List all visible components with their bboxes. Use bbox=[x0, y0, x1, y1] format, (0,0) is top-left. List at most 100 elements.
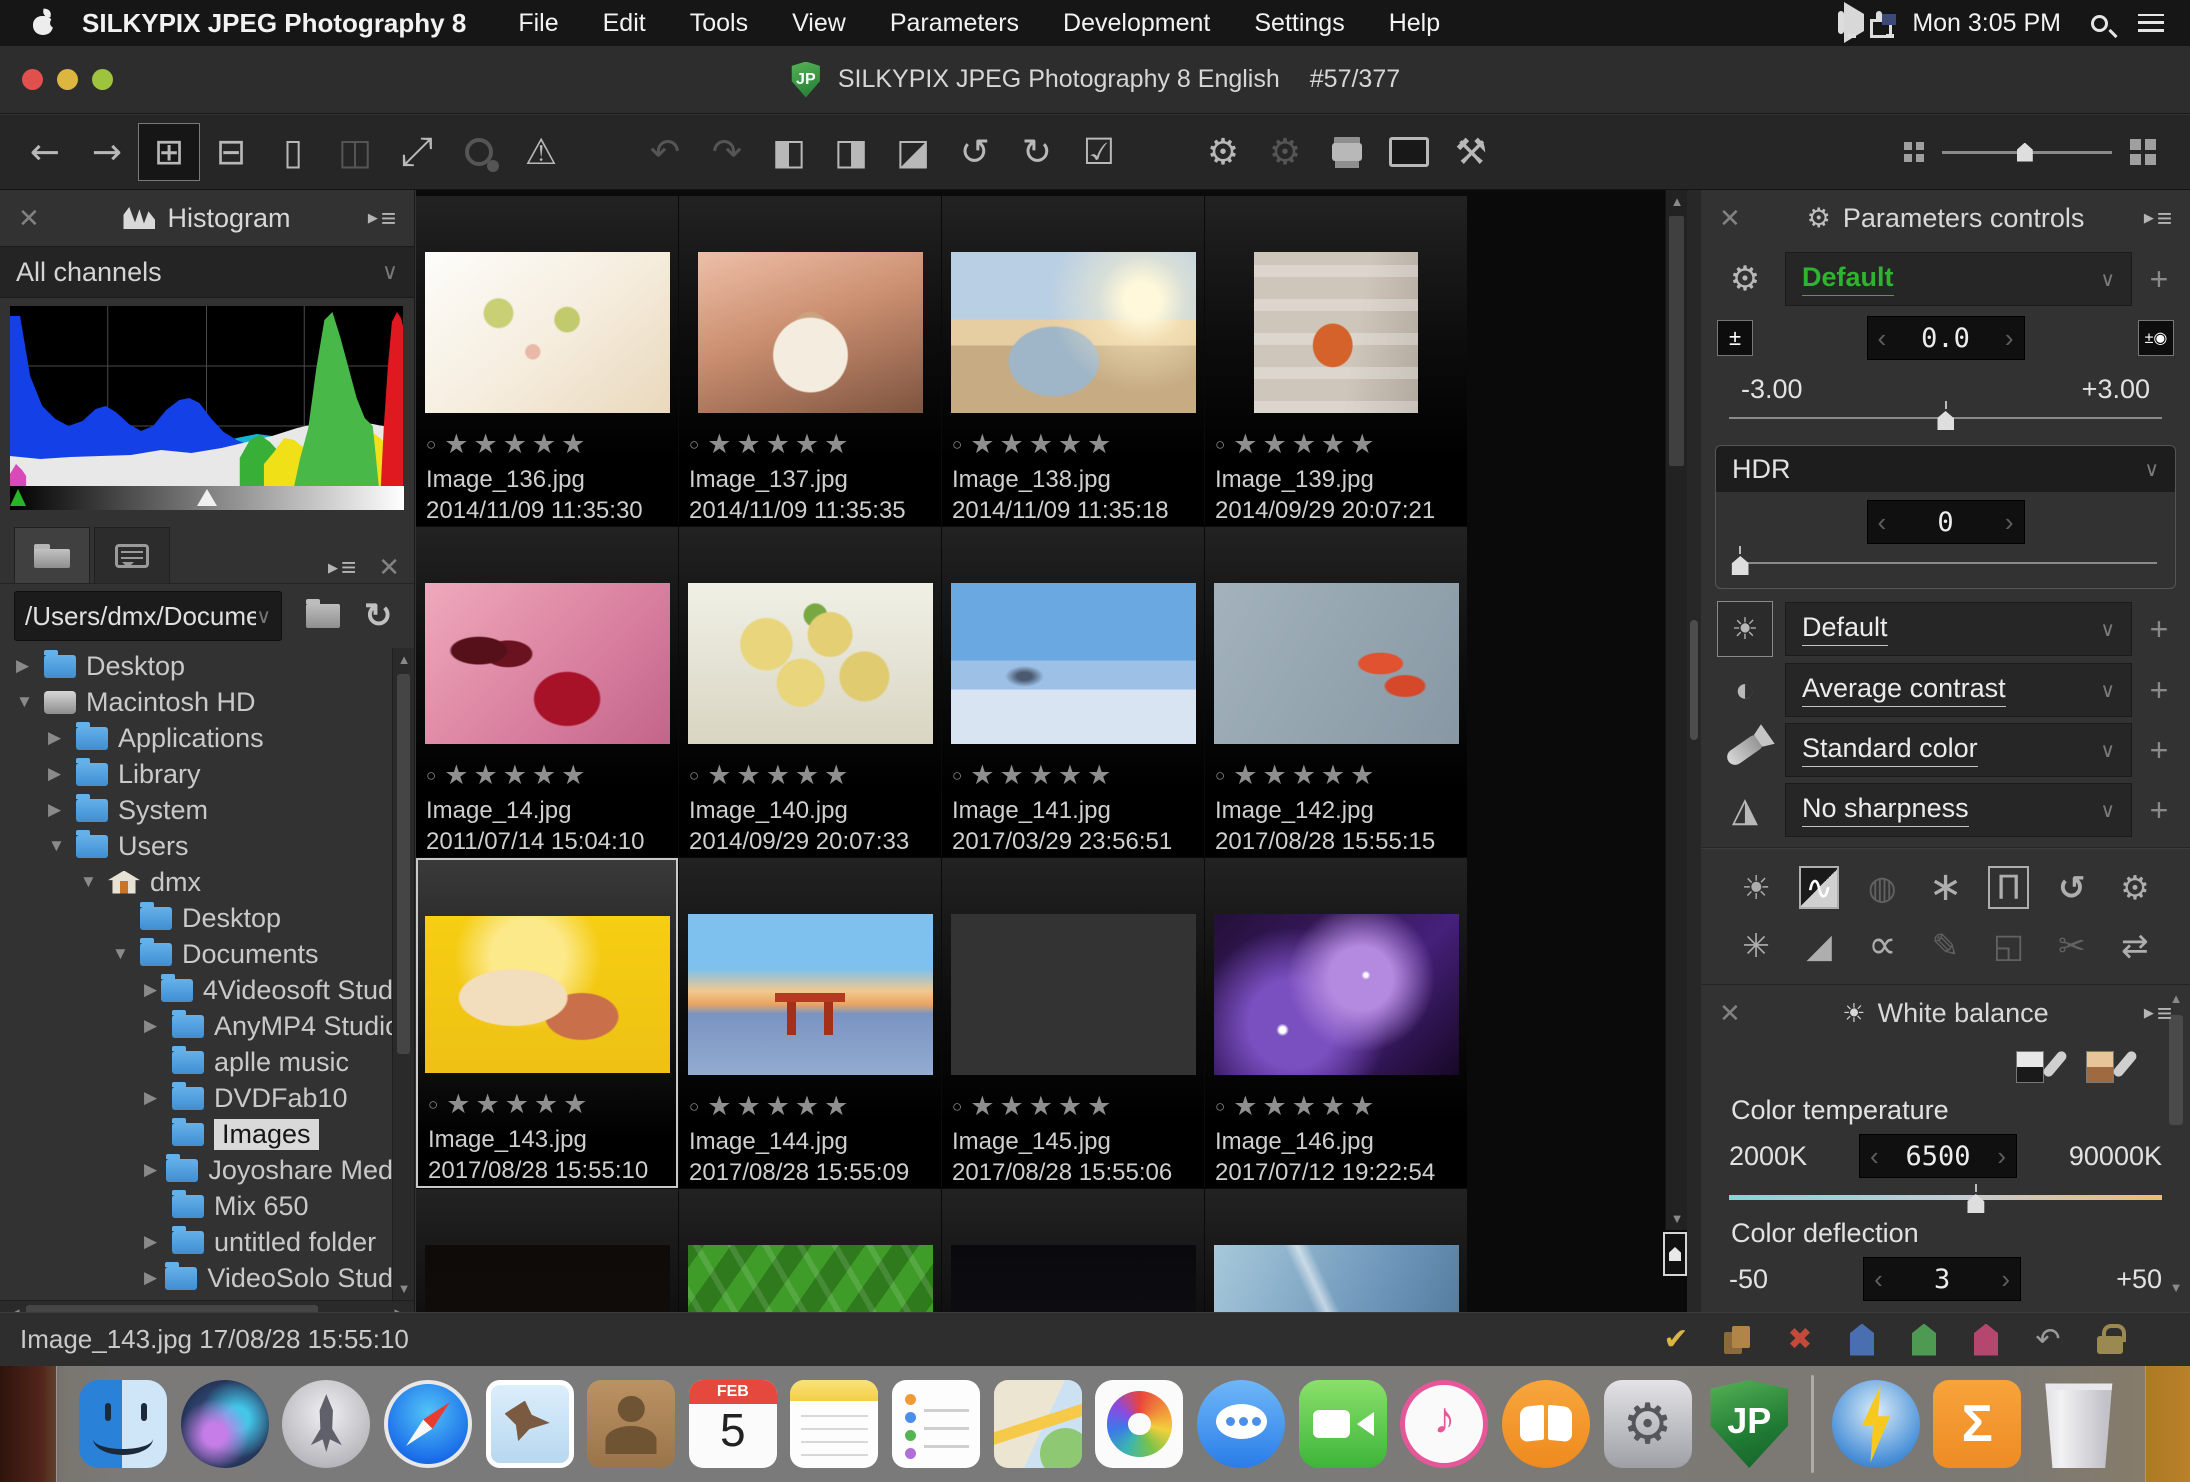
delete-status-icon[interactable] bbox=[1780, 1320, 1820, 1360]
develop-button[interactable] bbox=[1192, 123, 1254, 181]
thumbnail-image[interactable] bbox=[1213, 914, 1459, 1075]
thumbnail-cell[interactable]: ○ ★★★★★ Image_143.jpg 2017/08/28 15:55:1… bbox=[416, 858, 678, 1188]
disclosure-arrow-icon[interactable] bbox=[144, 980, 161, 1000]
dock-messages[interactable] bbox=[1197, 1380, 1286, 1468]
dock-silkypix[interactable]: JP bbox=[1710, 1380, 1788, 1468]
thumbnail-image[interactable] bbox=[687, 583, 933, 744]
preview-view-button[interactable] bbox=[262, 123, 324, 181]
dock-calendar[interactable]: FEB 5 bbox=[688, 1380, 777, 1468]
thumbnail-cell[interactable]: ○ ★★★★★ Image_14.jpg 2011/07/14 15:04:10 bbox=[416, 527, 678, 857]
thumbnail-image[interactable] bbox=[1213, 1245, 1459, 1312]
contrast-add-button[interactable]: + bbox=[2144, 672, 2174, 709]
refresh-icon[interactable]: ↻ bbox=[364, 596, 393, 636]
copy-status-icon[interactable] bbox=[1718, 1320, 1758, 1360]
menu-item[interactable]: Tools bbox=[690, 9, 748, 37]
rating-stars[interactable]: ○ ★★★★★ bbox=[952, 429, 1116, 460]
deflection-stepper[interactable]: ‹ 3 › bbox=[1863, 1257, 2022, 1301]
tree-item[interactable]: AnyMP4 Studio bbox=[0, 1008, 414, 1044]
stepper-decrease-icon[interactable]: ‹ bbox=[1874, 1264, 1883, 1295]
dock-notes[interactable] bbox=[790, 1380, 879, 1468]
sphere-tool[interactable] bbox=[1855, 860, 1909, 914]
dock-sigma-app[interactable]: Σ bbox=[1933, 1380, 2022, 1468]
rating-stars[interactable]: ○ ★★★★★ bbox=[689, 1091, 853, 1122]
thumbnail-cell[interactable]: ○ ★★★★★ Image_139.jpg 2014/09/29 20:07:2… bbox=[1205, 196, 1467, 526]
scroll-up-icon[interactable]: ▲ bbox=[393, 652, 414, 667]
thumbnail-size-large-icon[interactable] bbox=[2130, 139, 2156, 165]
develop-mark3-button[interactable] bbox=[882, 123, 944, 181]
thumbnail-image[interactable] bbox=[950, 583, 1196, 744]
rating-stars[interactable]: ○ ★★★★★ bbox=[426, 760, 590, 791]
contrast-dropdown[interactable]: Average contrast ∨ bbox=[1785, 663, 2132, 717]
tree-item[interactable]: Desktop bbox=[0, 648, 414, 684]
menu-item[interactable]: Settings bbox=[1254, 9, 1344, 37]
folder-path-dropdown[interactable]: /Users/dmx/Docume ∨ bbox=[14, 591, 282, 641]
transfer-tool[interactable] bbox=[2108, 918, 2162, 972]
brush-tool[interactable] bbox=[1918, 918, 1972, 972]
thumbnail-image[interactable] bbox=[424, 583, 670, 744]
tree-item[interactable]: Documents bbox=[0, 936, 414, 972]
lock-status-icon[interactable] bbox=[2090, 1320, 2130, 1360]
develop-mark1-button[interactable] bbox=[758, 123, 820, 181]
dock-itunes[interactable]: ♪ bbox=[1400, 1380, 1489, 1468]
thumbnail-cell[interactable]: ○ ★★★★★ bbox=[679, 1189, 941, 1312]
tree-item[interactable]: aplle music bbox=[0, 1044, 414, 1080]
disclosure-arrow-icon[interactable] bbox=[16, 692, 44, 712]
disclosure-arrow-icon[interactable] bbox=[112, 944, 140, 964]
hdr-dropdown[interactable]: HDR ∨ bbox=[1716, 446, 2175, 492]
folder-panel-close-icon[interactable]: ✕ bbox=[378, 552, 400, 583]
monochrome-tool[interactable] bbox=[1982, 860, 2036, 914]
thumbnail-cell[interactable]: ○ ★★★★★ bbox=[942, 1189, 1204, 1312]
thumbnail-image[interactable] bbox=[424, 916, 670, 1073]
revert-status-icon[interactable] bbox=[2028, 1320, 2068, 1360]
white-balance-scrollbar[interactable]: ▲ ▼ bbox=[2164, 991, 2188, 1295]
thumbnail-image[interactable] bbox=[424, 252, 670, 413]
thumbnail-cell[interactable]: ○ ★★★★★ Image_138.jpg 2014/11/09 11:35:1… bbox=[942, 196, 1204, 526]
thumbnail-cell[interactable]: ○ ★★★★★ Image_146.jpg 2017/07/12 19:22:5… bbox=[1205, 858, 1467, 1188]
rating-stars[interactable]: ○ ★★★★★ bbox=[1215, 760, 1379, 791]
rating-stars[interactable]: ○ ★★★★★ bbox=[689, 760, 853, 791]
menu-item[interactable]: Help bbox=[1389, 9, 1440, 37]
histogram-panel-menu-icon[interactable] bbox=[368, 203, 396, 234]
tree-item[interactable]: Users bbox=[0, 828, 414, 864]
spotting-tool[interactable] bbox=[1729, 918, 1783, 972]
channel-selector[interactable]: All channels ∨ bbox=[0, 246, 414, 298]
tab-comments[interactable] bbox=[94, 527, 170, 583]
tree-item[interactable]: Mix 650 bbox=[0, 1188, 414, 1224]
color-dropdown[interactable]: Standard color ∨ bbox=[1785, 723, 2132, 777]
parameters-close-icon[interactable]: ✕ bbox=[1719, 203, 1741, 234]
thumbnail-image[interactable] bbox=[687, 914, 933, 1075]
tree-item[interactable]: untitled folder bbox=[0, 1224, 414, 1260]
thumbnail-cell[interactable]: ○ ★★★★★ Image_145.jpg 2017/08/28 15:55:0… bbox=[942, 858, 1204, 1188]
thumbnail-cell[interactable]: ○ ★★★★★ bbox=[416, 1189, 678, 1312]
dock-siri[interactable] bbox=[180, 1380, 269, 1468]
color-fine-tool[interactable] bbox=[1918, 860, 1972, 914]
menu-item[interactable]: File bbox=[518, 9, 558, 37]
menu-item[interactable]: Development bbox=[1063, 9, 1210, 37]
thumbnail-size-slider[interactable] bbox=[1942, 142, 2112, 162]
thumbnail-size-small-icon[interactable] bbox=[1904, 142, 1924, 162]
thumbnail-image[interactable] bbox=[697, 252, 923, 413]
tree-item[interactable]: VideoSolo Studio bbox=[0, 1260, 414, 1296]
tree-item[interactable]: DVDFab10 bbox=[0, 1080, 414, 1116]
disclosure-arrow-icon[interactable] bbox=[48, 764, 76, 784]
white-balance-close-icon[interactable]: ✕ bbox=[1719, 998, 1741, 1029]
dock-safari[interactable] bbox=[383, 1380, 472, 1468]
thumbnail-cell[interactable]: ○ ★★★★★ Image_140.jpg 2014/09/29 20:07:3… bbox=[679, 527, 941, 857]
rating-stars[interactable]: ○ ★★★★★ bbox=[689, 429, 853, 460]
white-balance-panel-menu-icon[interactable] bbox=[2144, 998, 2172, 1029]
scroll-up-icon[interactable]: ▲ bbox=[1666, 194, 1687, 209]
thumbnail-cell[interactable]: ○ ★★★★★ Image_142.jpg 2017/08/28 15:55:1… bbox=[1205, 527, 1467, 857]
loupe-button[interactable] bbox=[448, 123, 510, 181]
panel-splitter[interactable] bbox=[1687, 190, 1701, 1312]
mark-pink-icon[interactable] bbox=[1966, 1320, 2006, 1360]
mark-green-icon[interactable] bbox=[1904, 1320, 1944, 1360]
tree-item[interactable]: Applications bbox=[0, 720, 414, 756]
white-balance-dropdown[interactable]: Default ∨ bbox=[1785, 602, 2132, 656]
dock-trash[interactable] bbox=[2045, 1383, 2113, 1468]
develop-marked-button[interactable] bbox=[1254, 123, 1316, 181]
parameters-panel-menu-icon[interactable] bbox=[2144, 203, 2172, 234]
rating-stars[interactable]: ○ ★★★★★ bbox=[1215, 1091, 1379, 1122]
thumbnail-image[interactable] bbox=[1213, 583, 1459, 744]
shadow-marker[interactable] bbox=[10, 489, 26, 506]
thumbnail-cell[interactable]: ○ ★★★★★ Image_141.jpg 2017/03/29 23:56:5… bbox=[942, 527, 1204, 857]
